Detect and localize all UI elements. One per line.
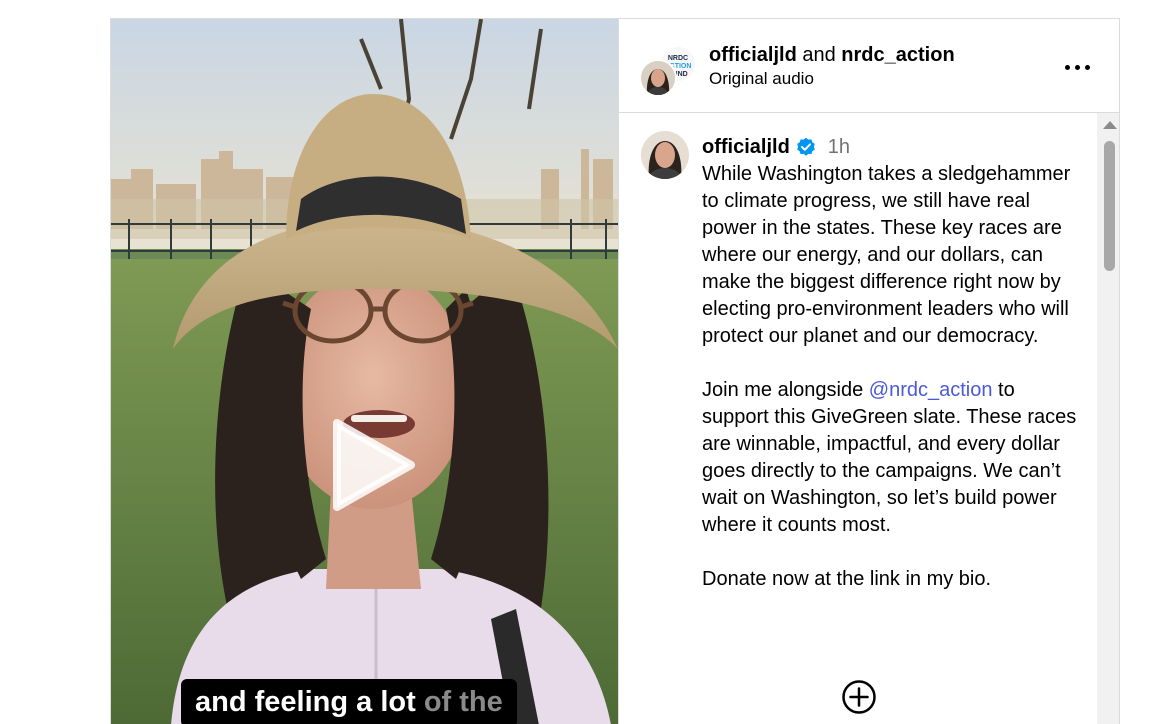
comment-header: officialjld 1h: [702, 133, 1082, 161]
post-container: and feeling a lot of the NRDC ACTION FUN…: [110, 18, 1120, 724]
collab-title: officialjld and nrdc_action: [709, 43, 955, 67]
post-side-panel: NRDC ACTION FUND officialjld and nrdc_ac…: [618, 19, 1119, 724]
officialjld-avatar-small[interactable]: [639, 59, 677, 97]
caption-upcoming-text: of the: [423, 686, 503, 718]
caption-spoken-text: and feeling a lot: [195, 686, 416, 718]
play-icon: [333, 419, 415, 511]
more-dot: [1075, 65, 1080, 70]
header-username-secondary[interactable]: nrdc_action: [841, 44, 954, 66]
comment-body: officialjld 1h While Washington takes a …: [702, 133, 1082, 593]
more-horizontal-icon: [1065, 65, 1070, 70]
video-caption: and feeling a lot of the: [181, 679, 517, 724]
more-dot: [1085, 65, 1090, 70]
caption-comment: officialjld 1h While Washington takes a …: [619, 113, 1097, 724]
more-options-button[interactable]: [1063, 57, 1093, 77]
paragraph-2-before: Join me alongside: [702, 379, 864, 401]
verified-badge-icon: [796, 137, 815, 156]
scroll-up-arrow-icon[interactable]: [1103, 121, 1117, 129]
comment-username[interactable]: officialjld: [702, 134, 790, 161]
video-player[interactable]: and feeling a lot of the: [111, 19, 618, 724]
load-more-comments-button[interactable]: [841, 679, 877, 715]
officialjld-avatar[interactable]: [641, 131, 689, 179]
comment-paragraph-2: Join me alongside @nrdc_action to suppor…: [702, 377, 1082, 539]
header-connector: and: [802, 44, 836, 66]
person-avatar-icon: [641, 131, 689, 179]
comment-paragraph-1: While Washington takes a sledgehammer to…: [702, 163, 1071, 347]
post-header: NRDC ACTION FUND officialjld and nrdc_ac…: [619, 19, 1119, 113]
mention-link[interactable]: @nrdc_action: [869, 379, 993, 401]
header-text: officialjld and nrdc_action Original aud…: [709, 43, 955, 91]
collab-avatars[interactable]: NRDC ACTION FUND: [639, 45, 697, 97]
audio-label[interactable]: Original audio: [709, 67, 955, 91]
header-username-primary[interactable]: officialjld: [709, 44, 797, 66]
comments-scrollbar[interactable]: [1097, 113, 1119, 724]
play-button[interactable]: [319, 415, 419, 515]
video-frame: [111, 19, 618, 724]
svg-text:NRDC: NRDC: [668, 55, 688, 62]
person-avatar-icon: [641, 61, 675, 95]
comment-paragraph-3: Donate now at the link in my bio.: [702, 568, 992, 590]
paragraph-2-after: to support this GiveGreen slate. These r…: [702, 379, 1077, 536]
scrollbar-thumb[interactable]: [1104, 141, 1115, 271]
comment-timestamp[interactable]: 1h: [828, 134, 850, 161]
plus-circle-icon: [842, 680, 876, 714]
